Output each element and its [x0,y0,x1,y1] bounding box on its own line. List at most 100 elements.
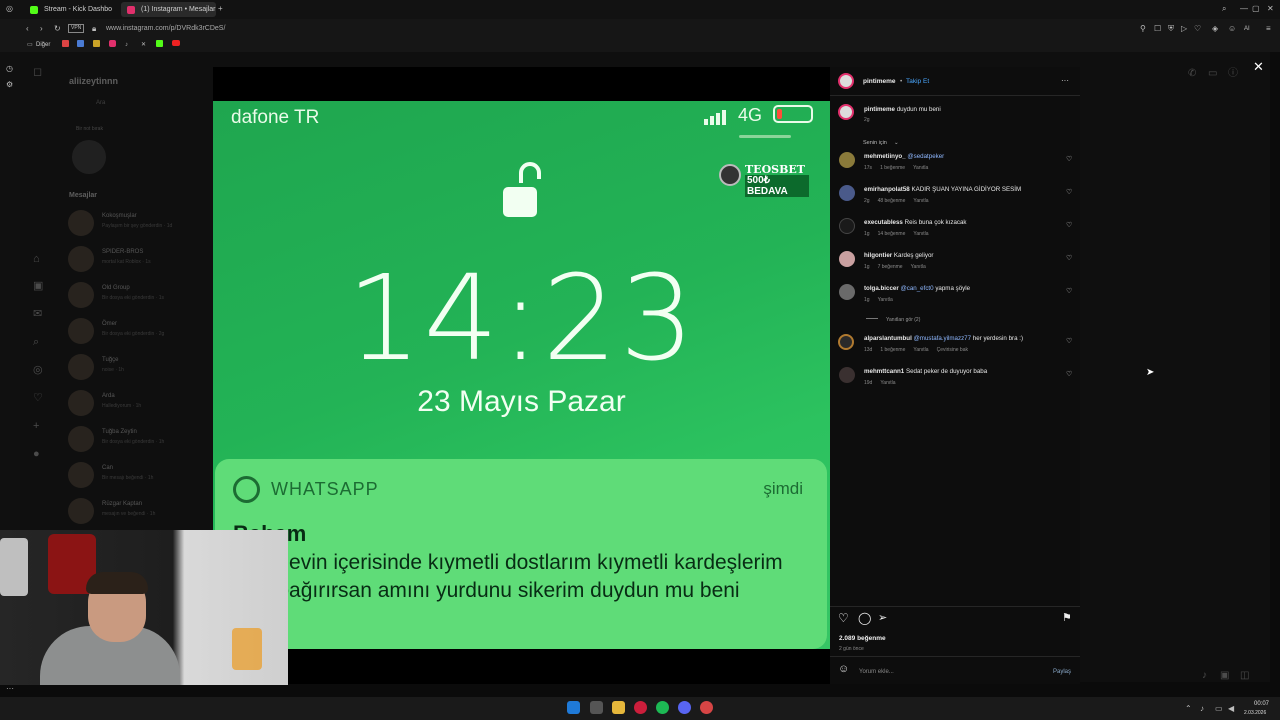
like-comment-icon[interactable]: ♡ [1066,337,1072,345]
caption-author[interactable]: pintimeme [864,106,895,113]
back-icon[interactable]: ‹ [26,24,29,34]
avatar[interactable] [839,367,855,383]
reply-button[interactable]: Yanıtla [911,264,926,270]
call-icon[interactable]: ✆ [1188,69,1196,79]
like-post-icon[interactable]: ♡ [838,612,849,624]
like-comment-icon[interactable]: ♡ [1066,254,1072,262]
dm-item[interactable]: Tuğba Zeytin Bir dosya eki gönderdin · 1… [68,424,208,452]
account-username[interactable]: aliizeytinnn [69,76,118,86]
x-icon[interactable]: ✕ [141,40,146,50]
tray-chevron-icon[interactable]: ⌃ [1185,704,1192,714]
comment-mention[interactable]: @sedatpeker [907,153,944,160]
more-icon[interactable]: ··· [6,684,14,694]
note-label[interactable]: Bir not bırak [76,124,103,134]
dm-item[interactable]: Tuğçe noise · 1h [68,352,208,380]
opera-icon[interactable] [634,701,647,714]
more-options-icon[interactable]: ··· [1061,76,1069,86]
search-input[interactable]: Ara [96,98,105,108]
image-icon[interactable]: ▣ [1220,671,1229,681]
tiktok-icon[interactable]: ♪ [125,40,128,50]
likes-count[interactable]: 2.089 beğenme [839,634,886,644]
comment-mention[interactable]: @can_efct0 [900,285,933,292]
clock-date[interactable]: 2.03.2026 [1244,708,1266,718]
share-icon[interactable]: ➢ [878,613,887,624]
view-replies-button[interactable]: Yanıtları gör (2) [886,315,920,325]
minimize-icon[interactable]: — [1240,4,1248,14]
info-icon[interactable]: ⓘ [1228,69,1238,79]
comment-user[interactable]: mehmttcann1 [864,368,904,375]
comment-user[interactable]: tolga.biccer [864,285,899,292]
bookmark-icon[interactable] [77,40,84,47]
like-comment-icon[interactable]: ♡ [1066,221,1072,229]
home-icon[interactable]: ⌂ [33,254,40,265]
notifications-icon[interactable]: ♡ [33,393,43,404]
comment-user[interactable]: mehmetiinyo_ [864,153,906,160]
like-comment-icon[interactable]: ♡ [1066,188,1072,196]
comment-user[interactable]: hilgontier [864,252,892,259]
chevron-down-icon[interactable]: ⌄ [894,138,899,148]
gmail-icon[interactable] [62,40,69,47]
comment-input[interactable]: Yorum ekle... [859,667,894,677]
taskview-icon[interactable] [590,701,603,714]
reply-button[interactable]: Yanıtla [913,347,928,353]
maximize-icon[interactable]: ▢ [1252,4,1260,14]
follow-button[interactable]: Takip Et [906,77,929,87]
dm-item[interactable]: Ömer Bir dosya eki gönderdin · 2g [68,316,208,344]
reply-button[interactable]: Yanıtla [913,231,928,237]
dm-item[interactable]: Rüzgar Kaptan mesajın ve beğendi · 1h [68,496,208,524]
reels-icon[interactable]: ▣ [33,281,43,292]
mic-tray-icon[interactable]: ♪ [1200,704,1204,714]
menu-icon[interactable]: ≡ [1266,24,1271,34]
bookmark-folder[interactable]: Diğer [36,40,50,50]
volume-icon[interactable]: ◀ [1228,704,1234,714]
dm-item[interactable]: Arda Hallediyorum · 1h [68,388,208,416]
settings-icon[interactable]: ⚙ [6,80,13,90]
search-icon[interactable]: ⌕ [1222,4,1226,14]
new-tab-icon[interactable]: + [218,4,223,14]
like-comment-icon[interactable]: ♡ [1066,370,1072,378]
sort-dropdown[interactable]: Senin için [863,138,887,148]
comment-user[interactable]: alparslantumbul [864,335,912,342]
post-media[interactable]: dafone TR 4G TEOSBET 500₺ BEDAVA 14:23 2… [213,67,830,684]
dm-item[interactable]: Old Group Bir dosya eki gönderdin · 1s [68,280,208,308]
dm-item[interactable]: Can Bir mesajı beğendi · 1h [68,460,208,488]
avatar[interactable] [838,334,854,350]
instagram-logo-icon[interactable]: ◻ [33,67,42,78]
bookmark-icon[interactable] [93,40,100,47]
author-avatar[interactable] [838,104,854,120]
history-icon[interactable]: ◷ [6,64,13,74]
post-author[interactable]: pintimeme [863,77,896,87]
avatar[interactable] [839,152,855,168]
shield-icon[interactable]: ⛨ [1168,24,1174,34]
search-icon[interactable]: ⌕ [33,337,39,348]
extension-icon[interactable]: ⚲ [1140,24,1146,34]
mic-icon[interactable]: ♪ [1202,671,1207,681]
start-icon[interactable] [567,701,580,714]
heart-icon[interactable]: ♡ [1194,24,1201,34]
video-call-icon[interactable]: ▭ [1208,69,1217,79]
instagram-bookmark-icon[interactable] [109,40,116,47]
profile-icon[interactable]: ☺ [1228,24,1236,34]
emoji-icon[interactable]: ☺ [838,664,849,675]
reply-button[interactable]: Yanıtla [880,380,895,386]
ai-icon[interactable]: AI [1244,24,1250,34]
share-comment-button[interactable]: Paylaş [1053,667,1071,677]
explore-icon[interactable]: ◎ [33,365,43,376]
reply-button[interactable]: Yanıtla [878,297,893,303]
comment-likes[interactable]: 1 beğenme [880,165,905,171]
url-text[interactable]: www.instagram.com/p/DVRdk3rCDeS/ [106,24,225,34]
dm-item[interactable]: SPIDER-BROS mortal kat Roblox · 1s [68,244,208,272]
reply-button[interactable]: Yanıtla [913,198,928,204]
messages-icon[interactable]: ✉ [33,309,42,320]
avatar[interactable] [839,251,855,267]
close-modal-icon[interactable]: ✕ [1253,60,1264,73]
avatar[interactable] [839,185,855,201]
own-avatar[interactable] [72,140,106,174]
profile-icon[interactable]: ● [33,449,40,460]
network-icon[interactable]: ▭ [1215,704,1223,714]
comment-user[interactable]: executabless [864,219,903,226]
avatar[interactable] [839,218,855,234]
spotify-icon[interactable] [656,701,669,714]
vpn-badge[interactable]: VPN [68,24,85,33]
comment-mention[interactable]: @mustafa.yilmazz77 [914,335,972,342]
